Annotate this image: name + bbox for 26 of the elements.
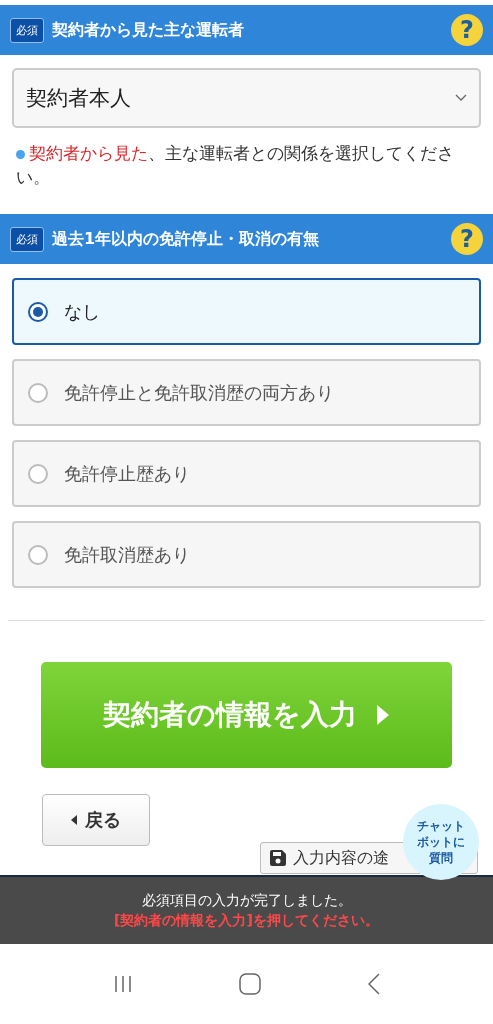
hint-text: 契約者から見た、主な運転者との関係を選択してください。 bbox=[16, 143, 455, 189]
radio-option[interactable]: 免許停止歴あり bbox=[12, 440, 481, 507]
home-icon[interactable] bbox=[239, 973, 262, 995]
help-button[interactable]: ? bbox=[451, 223, 483, 255]
back-button[interactable]: 戻る bbox=[42, 794, 150, 846]
radio-icon bbox=[28, 544, 48, 565]
help-button[interactable]: ? bbox=[451, 14, 483, 46]
section-title: 過去1年以内の免許停止・取消の有無 bbox=[52, 228, 321, 250]
left-arrow-icon bbox=[71, 815, 77, 825]
play-arrow-icon bbox=[374, 703, 391, 727]
relation-select[interactable]: 契約者本人 bbox=[12, 68, 481, 128]
section-title: 契約者から見た主な運転者 bbox=[52, 19, 245, 41]
back-icon[interactable] bbox=[367, 973, 380, 995]
toast-message: 必須項目の入力が完了しました。 bbox=[141, 891, 352, 910]
chevron-down-icon bbox=[455, 94, 467, 102]
radio-icon bbox=[28, 301, 48, 322]
radio-option[interactable]: 免許取消歴あり bbox=[12, 521, 481, 588]
required-badge: 必須 bbox=[10, 17, 44, 43]
required-badge: 必須 bbox=[10, 226, 44, 252]
toast-hint: [契約者の情報を入力]を押してください。 bbox=[114, 911, 379, 930]
recent-apps-icon[interactable] bbox=[113, 974, 134, 994]
radio-option[interactable]: 免許停止と免許取消歴の両方あり bbox=[12, 359, 481, 426]
radio-icon bbox=[28, 382, 48, 403]
chatbot-popup[interactable]: チャットボットに質問 bbox=[403, 804, 479, 880]
radio-icon bbox=[28, 463, 48, 484]
radio-option[interactable]: なし bbox=[12, 278, 481, 345]
